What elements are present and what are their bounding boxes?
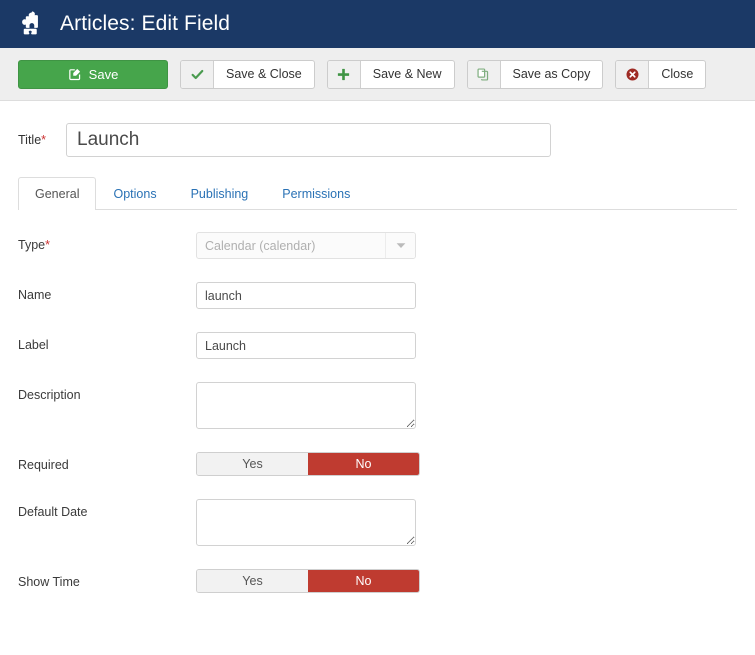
copy-icon	[467, 60, 501, 88]
page-body: Title* General Options Publishing Permis…	[0, 123, 755, 593]
required-asterisk: *	[45, 238, 50, 252]
tab-general[interactable]: General	[18, 177, 97, 210]
show-time-toggle-no[interactable]: No	[308, 570, 419, 592]
toolbar: Save Save & Close Save & New Save as Cop…	[0, 48, 755, 101]
title-field-label: Title*	[18, 133, 47, 147]
required-field-label: Required	[18, 458, 69, 472]
save-and-close-button[interactable]: Save & Close	[180, 59, 315, 89]
name-input[interactable]	[196, 282, 416, 309]
type-select: Calendar (calendar)	[196, 232, 416, 259]
save-as-copy-label: Save as Copy	[512, 67, 591, 81]
tab-permissions[interactable]: Permissions	[265, 177, 367, 210]
close-button[interactable]: Close	[615, 59, 707, 89]
name-field-label: Name	[18, 288, 52, 302]
title-field-row: Title*	[18, 123, 737, 157]
show-time-field-row: Show Time Yes No	[18, 569, 737, 593]
save-button-label: Save	[88, 66, 119, 82]
default-date-field-row: Default Date	[18, 499, 737, 546]
check-icon	[181, 60, 214, 88]
plus-icon	[327, 60, 361, 88]
show-time-field-label: Show Time	[18, 575, 80, 589]
save-as-copy-button[interactable]: Save as Copy	[466, 59, 604, 89]
circle-x-icon	[616, 60, 650, 88]
description-field-label: Description	[18, 388, 81, 402]
label-field-label: Label	[18, 338, 49, 352]
name-field-row: Name	[18, 282, 737, 309]
chevron-down-icon	[385, 233, 415, 258]
tab-publishing[interactable]: Publishing	[174, 177, 266, 210]
tab-bar: General Options Publishing Permissions	[18, 177, 737, 210]
puzzle-piece-icon	[18, 11, 44, 37]
description-field-row: Description	[18, 382, 737, 429]
page-title: Articles: Edit Field	[60, 12, 231, 35]
description-textarea[interactable]	[196, 382, 416, 429]
tab-options[interactable]: Options	[96, 177, 173, 210]
general-tab-panel: Type* Calendar (calendar) Name launch La…	[18, 210, 737, 593]
save-and-new-button[interactable]: Save & New	[326, 59, 455, 89]
required-asterisk: *	[41, 133, 47, 147]
required-toggle[interactable]: Yes No	[196, 452, 420, 476]
save-and-close-label: Save & Close	[226, 67, 302, 81]
save-and-new-label: Save & New	[372, 67, 442, 81]
type-field-row: Type* Calendar (calendar)	[18, 232, 737, 259]
app-header: Articles: Edit Field	[0, 0, 755, 48]
close-button-label: Close	[661, 67, 694, 81]
required-field-row: Required Yes No	[18, 452, 737, 476]
label-field-row: Label	[18, 332, 737, 359]
default-date-field-label: Default Date	[18, 505, 88, 519]
label-input[interactable]	[196, 332, 416, 359]
save-button[interactable]: Save	[18, 59, 168, 89]
required-toggle-yes[interactable]: Yes	[197, 453, 308, 475]
type-select-value: Calendar (calendar)	[205, 238, 316, 253]
required-toggle-no[interactable]: No	[308, 453, 419, 475]
show-time-toggle[interactable]: Yes No	[196, 569, 420, 593]
default-date-textarea[interactable]	[196, 499, 416, 546]
show-time-toggle-yes[interactable]: Yes	[197, 570, 308, 592]
title-input[interactable]	[66, 123, 551, 157]
pencil-square-icon	[68, 67, 82, 81]
type-field-label: Type*	[18, 238, 50, 252]
